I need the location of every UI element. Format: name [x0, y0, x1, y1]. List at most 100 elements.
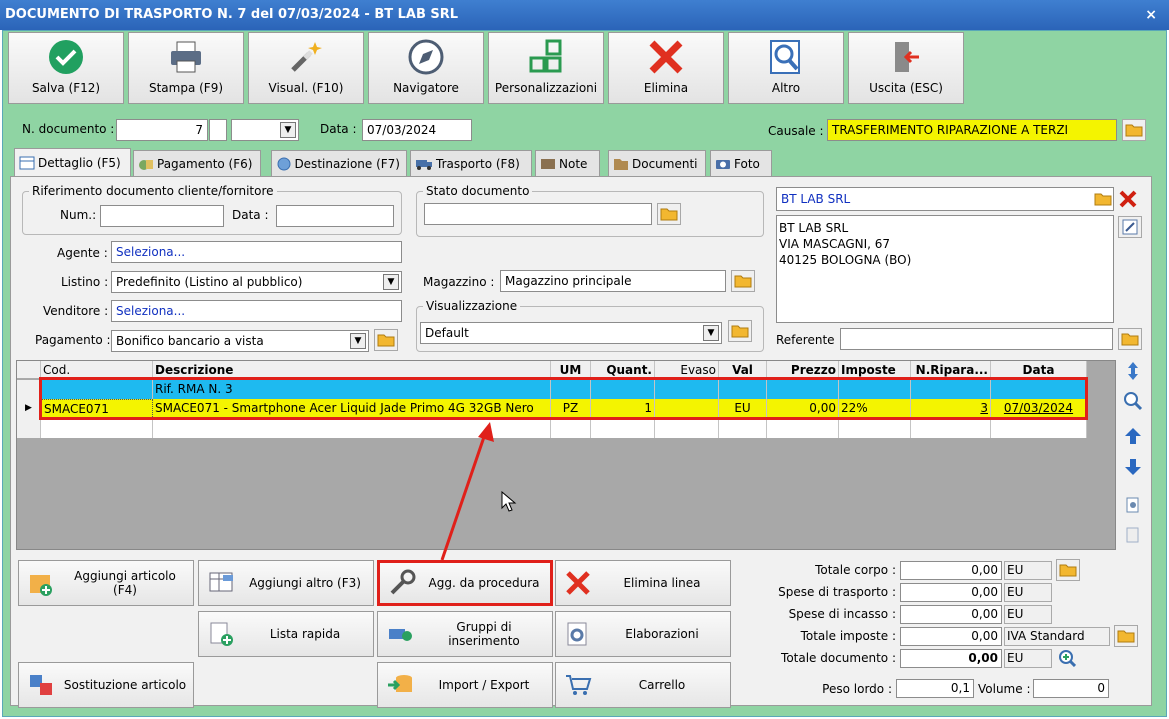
navigator-button[interactable]: Navigatore — [368, 32, 484, 104]
insert-groups-button[interactable]: Gruppi di inserimento — [377, 611, 553, 657]
tab-destinazione[interactable]: Destinazione (F7) — [271, 150, 407, 176]
import-export-label: Import / Export — [438, 678, 530, 692]
copy-icon[interactable] — [1122, 494, 1144, 516]
date-input[interactable]: 07/03/2024 — [362, 119, 472, 141]
tab-note[interactable]: Note — [535, 150, 600, 176]
col-descrizione[interactable]: Descrizione — [153, 361, 551, 378]
folder-icon[interactable] — [1094, 192, 1112, 206]
tab-label: Foto — [734, 156, 760, 171]
magazzino-input[interactable]: Magazzino principale — [500, 270, 726, 292]
volume-label: Volume : — [978, 682, 1031, 696]
col-prezzo[interactable]: Prezzo — [767, 361, 839, 378]
add-article-button[interactable]: Aggiungi articolo (F4) — [18, 560, 194, 606]
cart-icon — [566, 675, 592, 695]
import-export-button[interactable]: Import / Export — [377, 662, 553, 708]
visual-folder-button[interactable] — [728, 320, 752, 342]
col-cod[interactable]: Cod. — [41, 361, 153, 378]
processing-button[interactable]: Elaborazioni — [555, 611, 731, 657]
cart-button[interactable]: Carrello — [555, 662, 731, 708]
col-imposte[interactable]: Imposte — [839, 361, 911, 378]
spese-incasso-value[interactable]: 0,00 — [900, 605, 1002, 624]
close-icon[interactable]: × — [1145, 0, 1157, 30]
move-up-icon[interactable] — [1122, 425, 1144, 447]
referente-folder-button[interactable] — [1118, 328, 1142, 350]
venditore-input[interactable]: Seleziona... — [111, 300, 402, 322]
delete-line-label: Elimina linea — [623, 576, 701, 590]
spese-trasporto-label: Spese di trasporto : — [778, 585, 896, 599]
exit-button[interactable]: Uscita (ESC) — [848, 32, 964, 104]
save-button[interactable]: Salva (F12) — [8, 32, 124, 104]
ndoc-series-select[interactable]: ▼ — [231, 119, 299, 141]
folder-icon — [1117, 630, 1135, 643]
volume-value[interactable]: 0 — [1033, 679, 1109, 698]
causale-input[interactable]: TRASFERIMENTO RIPARAZIONE A TERZI — [827, 119, 1117, 141]
processing-label: Elaborazioni — [625, 627, 699, 641]
tab-dettaglio[interactable]: Dettaglio (F5) — [14, 148, 131, 177]
stato-folder-button[interactable] — [657, 203, 681, 225]
tab-label: Dettaglio (F5) — [38, 156, 121, 170]
tab-trasporto[interactable]: Trasporto (F8) — [410, 150, 532, 176]
address-line: BT LAB SRL — [779, 221, 849, 235]
referente-input[interactable] — [840, 328, 1113, 350]
grid-icon — [529, 39, 562, 73]
quick-list-button[interactable]: Lista rapida — [198, 611, 374, 657]
rif-date-input[interactable] — [276, 205, 394, 227]
col-evaso[interactable]: Evaso — [655, 361, 719, 378]
print-button[interactable]: Stampa (F9) — [128, 32, 244, 104]
replace-article-button[interactable]: Sostituzione articolo — [18, 662, 194, 708]
delete-button[interactable]: Elimina — [608, 32, 724, 104]
edit-address-button[interactable] — [1118, 216, 1142, 238]
causale-folder-button[interactable] — [1122, 119, 1146, 141]
add-other-button[interactable]: Aggiungi altro (F3) — [198, 560, 374, 606]
visual-select[interactable]: Default ▼ — [420, 322, 722, 344]
tab-foto[interactable]: Foto — [710, 150, 772, 176]
tab-pagamento[interactable]: Pagamento (F6) — [133, 150, 261, 176]
iva-folder-button[interactable] — [1114, 625, 1138, 647]
other-button[interactable]: Altro — [728, 32, 844, 104]
magazzino-folder-button[interactable] — [731, 270, 755, 292]
rif-num-input[interactable] — [100, 205, 224, 227]
customize-button[interactable]: Personalizzazioni — [488, 32, 604, 104]
col-um[interactable]: UM — [551, 361, 591, 378]
peso-lordo-value[interactable]: 0,1 — [896, 679, 974, 698]
pagamento-folder-button[interactable] — [374, 329, 398, 351]
listino-select[interactable]: Predefinito (Listino al pubblico) ▼ — [111, 271, 402, 293]
quick-list-label: Lista rapida — [269, 627, 341, 641]
tab-label: Documenti — [632, 156, 698, 171]
resize-rows-icon[interactable] — [1122, 360, 1144, 382]
currency-label: EU — [1004, 605, 1052, 624]
wrench-icon — [390, 569, 416, 595]
tab-label: Note — [559, 156, 588, 171]
col-nriparazione[interactable]: N.Ripara... — [911, 361, 991, 378]
zoom-in-icon[interactable] — [1056, 647, 1078, 669]
clear-x-icon[interactable] — [1118, 189, 1138, 209]
add-from-procedure-button[interactable]: Agg. da procedura — [377, 560, 553, 606]
globe-icon — [277, 157, 291, 170]
rows-highlight — [39, 377, 1088, 420]
stato-input[interactable] — [424, 203, 652, 225]
insert-groups-label: Gruppi di inserimento — [448, 620, 520, 648]
ndoc-input[interactable]: 7 — [116, 119, 208, 141]
totale-folder-button[interactable] — [1056, 559, 1080, 581]
window-title-bar: DOCUMENTO DI TRASPORTO N. 7 del 07/03/20… — [0, 0, 1169, 30]
agente-input[interactable]: Seleziona... — [111, 241, 402, 263]
paste-icon[interactable] — [1122, 524, 1144, 546]
visual-group-title: Visualizzazione — [423, 299, 521, 313]
search-icon[interactable] — [1122, 390, 1144, 412]
col-quant[interactable]: Quant. — [591, 361, 655, 378]
customize-button-label: Personalizzazioni — [494, 81, 598, 95]
note-icon — [541, 158, 555, 169]
pagamento-select[interactable]: Bonifico bancario a vista ▼ — [111, 330, 369, 352]
spese-trasporto-value[interactable]: 0,00 — [900, 583, 1002, 602]
cliente-name-input[interactable]: BT LAB SRL — [776, 187, 1114, 211]
table-row-empty[interactable] — [17, 419, 1087, 438]
col-data[interactable]: Data — [991, 361, 1087, 378]
listino-value: Predefinito (Listino al pubblico) — [116, 275, 303, 289]
ndoc-suffix-input[interactable] — [209, 119, 227, 141]
tab-documenti[interactable]: Documenti — [608, 150, 706, 176]
preview-button[interactable]: Visual. (F10) — [248, 32, 364, 104]
delete-line-button[interactable]: Elimina linea — [555, 560, 731, 606]
move-down-icon[interactable] — [1122, 456, 1144, 478]
col-val[interactable]: Val — [719, 361, 767, 378]
chevron-down-icon: ▼ — [350, 333, 366, 349]
